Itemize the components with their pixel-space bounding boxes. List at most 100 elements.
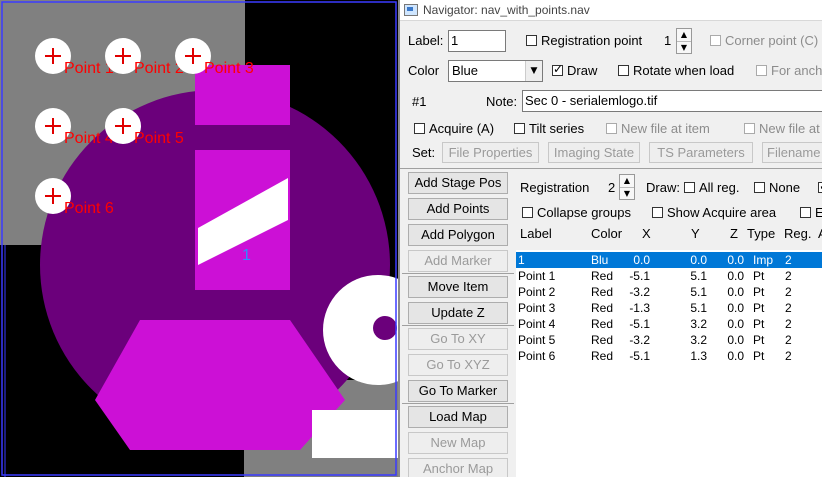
acquire-label: Acquire (A) <box>429 121 495 136</box>
table-cell-type: Pt <box>753 269 765 283</box>
load-map-button[interactable]: Load Map <box>408 406 508 428</box>
go-to-xyz-button[interactable]: Go To XYZ <box>408 354 508 376</box>
checkbox-box <box>754 182 765 193</box>
registration-label-marker: 1 <box>242 247 251 264</box>
column-header-color[interactable]: Color <box>591 226 622 241</box>
registration-point-label: Registration point <box>541 33 643 48</box>
table-cell-z: 0.0 <box>727 269 744 283</box>
color-select[interactable]: Blue ▼ <box>448 60 543 82</box>
spin-down-icon[interactable]: ▼ <box>620 188 634 200</box>
filename-button[interactable]: Filename <box>762 142 822 163</box>
table-row[interactable]: Point 5 Red -3.2 3.2 0.0 Pt 2 <box>516 332 822 348</box>
registration-point-value: 1 <box>664 33 672 48</box>
table-cell-y: 0.0 <box>690 253 707 267</box>
spin-up-icon[interactable]: ▲ <box>677 29 691 42</box>
collapse-groups-checkbox[interactable]: Collapse groups <box>522 205 631 220</box>
spin-up-icon[interactable]: ▲ <box>620 175 634 188</box>
table-row[interactable]: Point 2 Red -3.2 5.1 0.0 Pt 2 <box>516 284 822 300</box>
table-cell-y: 1.3 <box>690 349 707 363</box>
ts-parameters-button[interactable]: TS Parameters <box>649 142 753 163</box>
note-input[interactable]: Sec 0 - serialemlogo.tif <box>522 90 822 112</box>
draw-checkbox[interactable]: Draw <box>552 62 597 78</box>
checkbox-box <box>606 123 617 134</box>
table-row[interactable]: Point 6 Red -5.1 1.3 0.0 Pt 2 <box>516 348 822 364</box>
app-icon <box>404 4 418 16</box>
add-marker-button[interactable]: Add Marker <box>408 250 508 272</box>
column-header-type[interactable]: Type <box>747 226 775 241</box>
table-row[interactable]: Point 3 Red -1.3 5.1 0.0 Pt 2 <box>516 300 822 316</box>
point-label-5: Point 5 <box>134 130 184 147</box>
table-cell-reg: 2 <box>785 253 792 267</box>
divider <box>402 403 514 404</box>
rotate-when-load-checkbox[interactable]: Rotate when load <box>618 63 734 78</box>
table-cell-color: Red <box>591 317 614 331</box>
table-row[interactable]: Point 4 Red -5.1 3.2 0.0 Pt 2 <box>516 316 822 332</box>
new-file-at-checkbox: New file at <box>744 121 820 136</box>
table-cell-label: Point 3 <box>518 301 556 315</box>
table-cell-label: Point 4 <box>518 317 556 331</box>
move-item-button[interactable]: Move Item <box>408 276 508 298</box>
all-reg-checkbox[interactable]: All reg. <box>684 180 739 195</box>
chevron-down-icon[interactable]: ▼ <box>525 61 542 81</box>
show-acquire-area-checkbox[interactable]: Show Acquire area <box>652 205 776 220</box>
registration-value: 2 <box>608 180 616 195</box>
add-polygon-button[interactable]: Add Polygon <box>408 224 508 246</box>
e-checkbox[interactable]: E <box>800 205 822 220</box>
go-to-marker-button[interactable]: Go To Marker <box>408 380 508 402</box>
table-row[interactable]: Point 1 Red -5.1 5.1 0.0 Pt 2 <box>516 268 822 284</box>
table-cell-y: 5.1 <box>690 285 707 299</box>
table-cell-z: 0.0 <box>727 317 744 331</box>
e-label: E <box>815 205 822 220</box>
imaging-state-button[interactable]: Imaging State <box>548 142 640 163</box>
registration-point-checkbox[interactable]: Registration point <box>526 33 642 48</box>
checkbox-box <box>818 179 822 193</box>
image-view[interactable]: Point 1 Point 2 Point 3 Point 4 Point 5 … <box>0 0 398 477</box>
label-input[interactable]: 1 <box>448 30 506 52</box>
crosshair-icon <box>115 118 131 134</box>
add-points-button[interactable]: Add Points <box>408 198 508 220</box>
column-header-reg[interactable]: Reg. <box>784 226 811 241</box>
anchor-map-button[interactable]: Anchor Map <box>408 458 508 477</box>
new-file-at-item-label: New file at item <box>621 121 710 136</box>
checkbox-box <box>684 182 695 193</box>
collapse-groups-label: Collapse groups <box>537 205 631 220</box>
column-header-z[interactable]: Z <box>730 226 738 241</box>
acquire-checkbox[interactable]: Acquire (A) <box>414 121 494 136</box>
spin-down-icon[interactable]: ▼ <box>677 42 691 54</box>
file-properties-button[interactable]: File Properties <box>442 142 539 163</box>
registration-point-spinner[interactable]: ▲ ▼ <box>676 28 692 54</box>
new-map-button[interactable]: New Map <box>408 432 508 454</box>
checkbox-box <box>710 35 721 46</box>
column-header-a[interactable]: A <box>818 226 822 241</box>
table-cell-label: 1 <box>518 253 525 267</box>
table-cell-reg: 2 <box>785 269 792 283</box>
item-list[interactable]: 1 Blu 0.0 0.0 0.0 Imp 2 Point 1 Red -5.1 5.1 0.0 Pt 2… <box>516 250 822 477</box>
column-header-y[interactable]: Y <box>691 226 700 241</box>
column-header-label[interactable]: Label <box>520 226 552 241</box>
table-cell-z: 0.0 <box>727 349 744 363</box>
draw-extra-checkbox[interactable] <box>818 179 822 195</box>
tilt-series-label: Tilt series <box>529 121 585 136</box>
update-z-button[interactable]: Update Z <box>408 302 508 324</box>
checkbox-box <box>514 123 525 134</box>
add-stage-pos-button[interactable]: Add Stage Pos <box>408 172 508 194</box>
show-acquire-area-label: Show Acquire area <box>667 205 777 220</box>
column-header-x[interactable]: X <box>642 226 651 241</box>
none-checkbox[interactable]: None <box>754 180 800 195</box>
checkbox-box <box>414 123 425 134</box>
table-cell-x: -5.1 <box>629 317 650 331</box>
checkbox-box <box>526 35 537 46</box>
table-row[interactable]: 1 Blu 0.0 0.0 0.0 Imp 2 <box>516 252 822 268</box>
crosshair-icon <box>45 48 61 64</box>
table-cell-type: Pt <box>753 333 765 347</box>
tilt-series-checkbox[interactable]: Tilt series <box>514 121 584 136</box>
table-cell-color: Red <box>591 285 614 299</box>
navigator-window: Navigator: nav_with_points.nav Label: 1 … <box>398 0 822 477</box>
checkbox-box <box>800 207 811 218</box>
registration-spinner[interactable]: ▲ ▼ <box>619 174 635 200</box>
table-cell-y: 3.2 <box>690 333 707 347</box>
title-bar[interactable]: Navigator: nav_with_points.nav <box>400 0 822 21</box>
table-cell-reg: 2 <box>785 349 792 363</box>
go-to-xy-button[interactable]: Go To XY <box>408 328 508 350</box>
table-cell-x: -5.1 <box>629 349 650 363</box>
